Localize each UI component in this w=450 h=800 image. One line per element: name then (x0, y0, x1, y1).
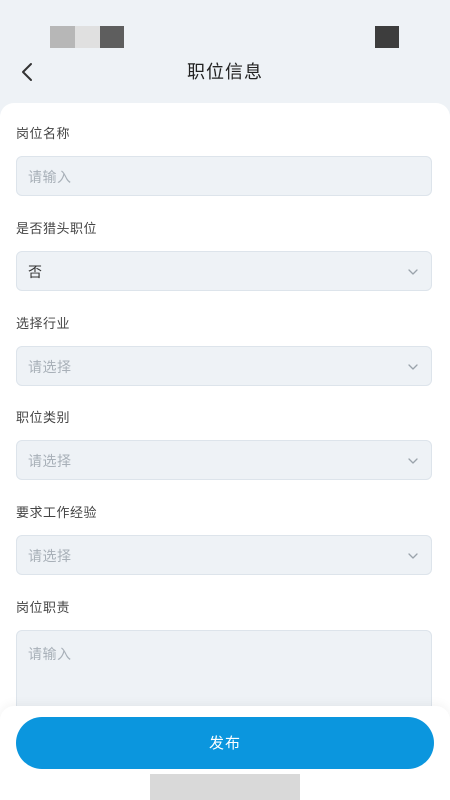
battery-icon (375, 26, 399, 48)
publish-button[interactable]: 发布 (16, 717, 434, 769)
industry-placeholder: 请选择 (28, 360, 72, 376)
industry-label: 选择行业 (16, 317, 71, 332)
experience-select[interactable]: 请选择 (16, 535, 432, 575)
headhunter-select[interactable]: 否 (16, 251, 432, 291)
chevron-down-icon (408, 553, 418, 559)
responsibility-placeholder: 请输入 (28, 647, 72, 663)
job-title-input[interactable]: 请输入 (16, 156, 432, 196)
status-icon (75, 26, 100, 48)
headhunter-value: 否 (28, 265, 43, 281)
chevron-down-icon (408, 458, 418, 464)
category-placeholder: 请选择 (28, 454, 72, 470)
form-card: 岗位名称 请输入 是否猎头职位 否 选择行业 请选择 职位类别 请选择 要求工作… (0, 103, 450, 800)
status-icon (50, 26, 75, 48)
page-title: 职位信息 (187, 62, 263, 83)
responsibility-label: 岗位职责 (16, 601, 71, 616)
category-label: 职位类别 (16, 411, 71, 426)
nav-bar: 职位信息 (0, 50, 450, 94)
chevron-down-icon (408, 269, 418, 275)
experience-label: 要求工作经验 (16, 506, 98, 521)
category-select[interactable]: 请选择 (16, 440, 432, 480)
headhunter-label: 是否猎头职位 (16, 222, 98, 237)
status-bar (0, 0, 450, 50)
chevron-down-icon (408, 364, 418, 370)
experience-placeholder: 请选择 (28, 549, 72, 565)
home-indicator (150, 774, 300, 800)
status-icon (100, 26, 124, 48)
job-title-label: 岗位名称 (16, 127, 71, 142)
industry-select[interactable]: 请选择 (16, 346, 432, 386)
job-title-placeholder: 请输入 (28, 170, 72, 186)
